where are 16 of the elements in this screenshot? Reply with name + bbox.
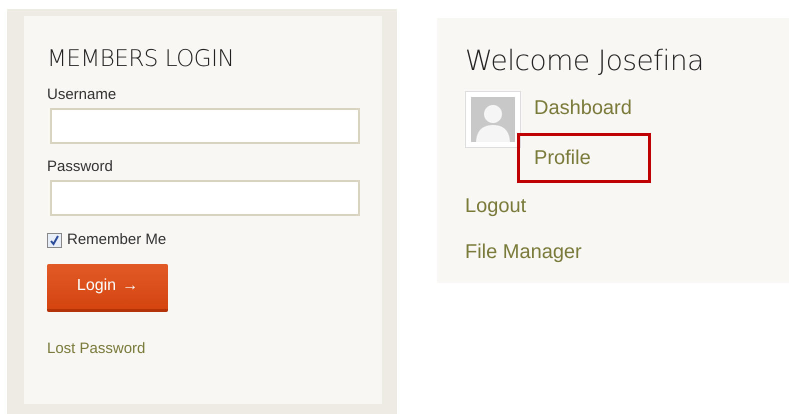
nav-link[interactable]: Profile [534,143,591,173]
field-label: Username [47,86,118,104]
field-label: Password [47,158,114,176]
nav-link[interactable]: Dashboard [534,93,632,123]
check-icon [49,234,60,246]
user-icon [471,97,515,142]
login-button[interactable]: Login → [47,264,168,312]
login-title: MEMBERS LOGIN [47,45,236,74]
lost-password-link[interactable]: Lost Password [47,338,382,360]
nav-link[interactable]: File Manager [465,237,582,267]
checkbox-label: Remember Me [67,230,166,250]
nav-link[interactable]: Logout [465,191,526,221]
input-field[interactable] [50,108,360,144]
checkbox[interactable] [47,232,62,248]
welcome-title: Welcome Josefina [465,43,705,79]
input-field[interactable] [50,180,360,216]
